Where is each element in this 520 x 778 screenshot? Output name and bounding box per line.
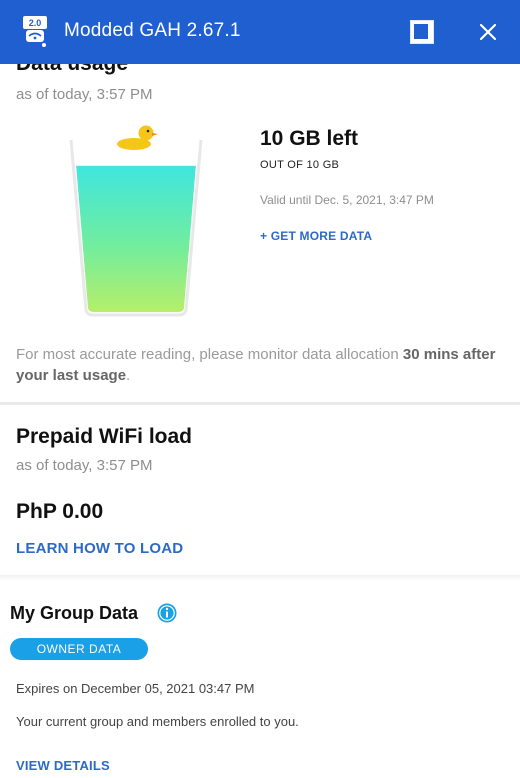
data-remaining: 10 GB left <box>260 127 359 150</box>
prepaid-timestamp: as of today, 3:57 PM <box>16 457 153 474</box>
restore-window-button[interactable] <box>410 20 434 44</box>
data-usage-timestamp: as of today, 3:57 PM <box>16 86 153 103</box>
learn-how-to-load-link[interactable]: LEARN HOW TO LOAD <box>16 540 183 557</box>
info-icon[interactable] <box>157 603 177 623</box>
data-cup-gauge <box>69 125 203 317</box>
accuracy-note-end: . <box>126 367 131 384</box>
data-usage-heading: Data usage <box>16 64 128 76</box>
title-bar: 2.0 Modded GAH 2.67.1 <box>0 0 520 64</box>
owner-data-badge: OWNER DATA <box>10 638 148 660</box>
prepaid-heading: Prepaid WiFi load <box>16 425 192 448</box>
group-data-expiry: Expires on December 05, 2021 03:47 PM <box>16 681 255 696</box>
accuracy-note-text: For most accurate reading, please monito… <box>16 346 403 363</box>
prepaid-load-card: Prepaid WiFi load as of today, 3:57 PM P… <box>0 405 520 575</box>
data-total: OUT OF 10 GB <box>260 159 340 171</box>
gah-app-icon: 2.0 <box>23 16 47 47</box>
app-icon-label: 2.0 <box>29 18 42 28</box>
group-data-heading: My Group Data <box>10 603 139 623</box>
card-shadow <box>0 575 520 581</box>
accuracy-note: For most accurate reading, please monito… <box>16 344 506 386</box>
group-data-card: My Group Data OWNER DATA Expires on Dece… <box>0 575 520 778</box>
restore-window-icon <box>414 24 428 39</box>
get-more-data-link[interactable]: + GET MORE DATA <box>260 229 372 243</box>
close-icon[interactable] <box>474 18 502 46</box>
data-cup-fill <box>74 165 198 312</box>
group-members-text: Your current group and members enrolled … <box>16 714 299 729</box>
data-usage-card: Data usage as of today, 3:57 PM 10 GB le… <box>0 64 520 402</box>
view-details-link[interactable]: VIEW DETAILS <box>16 758 110 773</box>
data-validity: Valid until Dec. 5, 2021, 3:47 PM <box>260 193 434 207</box>
window-title: Modded GAH 2.67.1 <box>64 20 241 41</box>
prepaid-balance: PhP 0.00 <box>16 500 104 523</box>
